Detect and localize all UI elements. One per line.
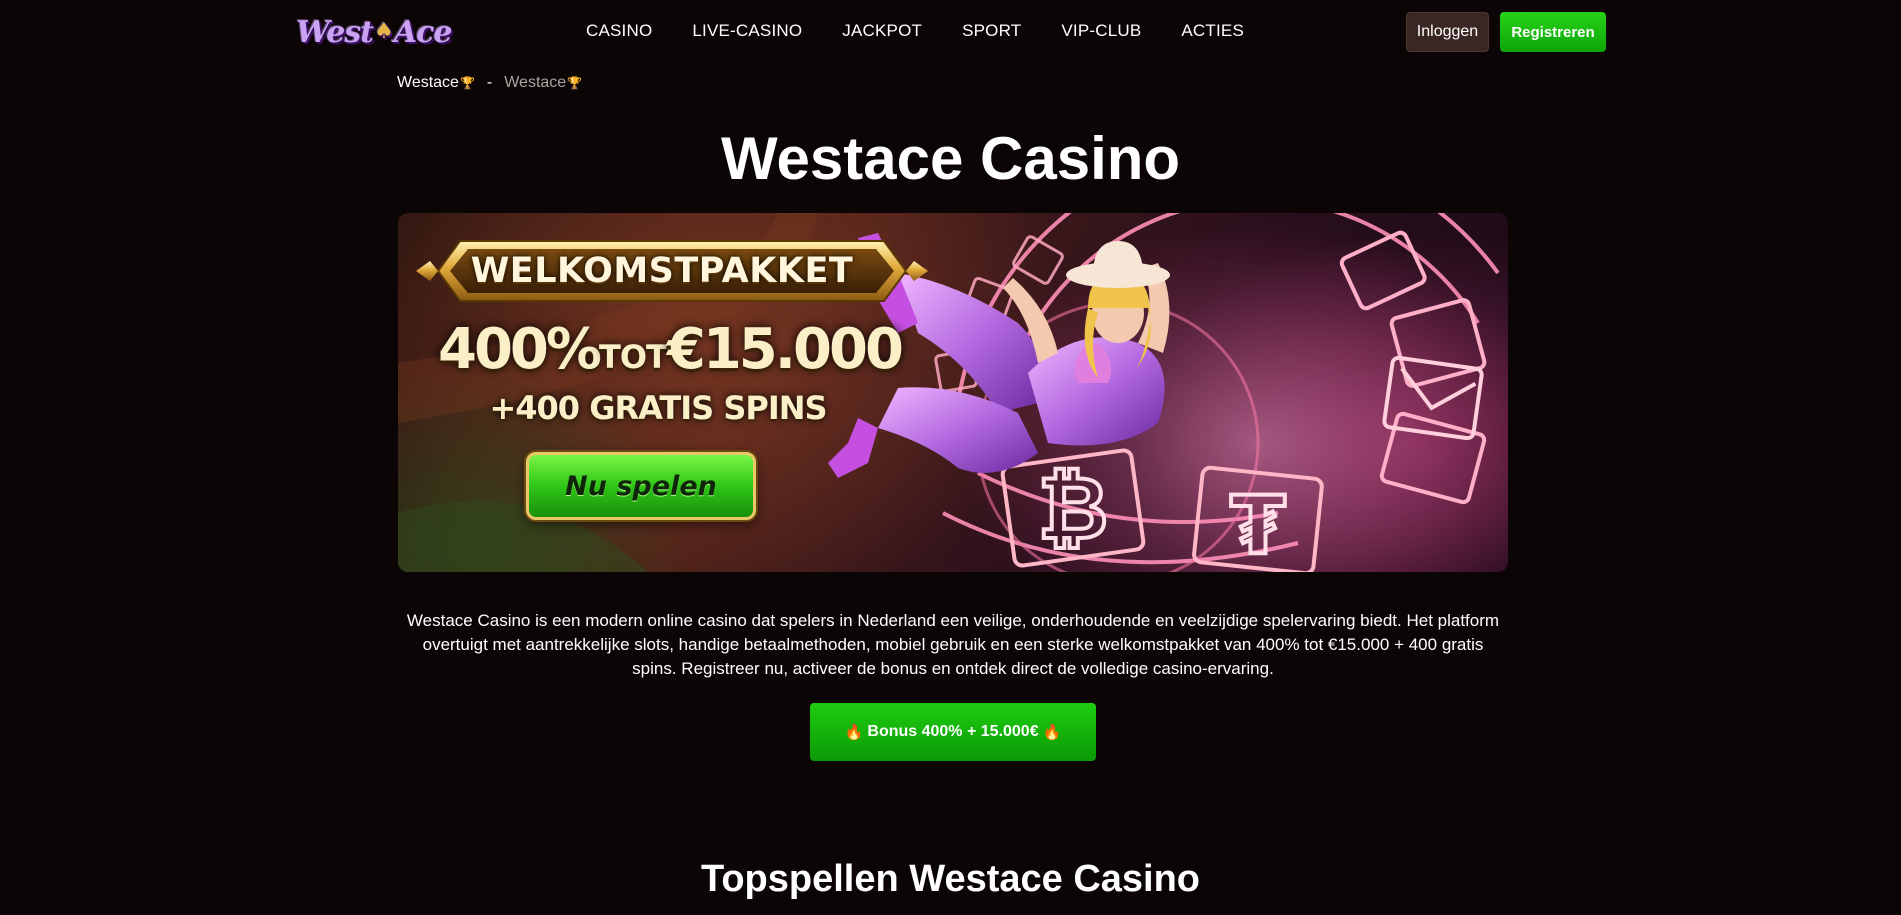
breadcrumb-current: Westace🏆	[504, 74, 583, 91]
breadcrumb-separator: -	[486, 74, 493, 91]
page-title: Westace Casino	[720, 125, 1181, 192]
banner-spins-text: +400 GRATIS SPINS	[489, 389, 827, 427]
banner-amount-text: 400%TOT€15.000	[438, 317, 904, 382]
nav-live-casino[interactable]: LIVE-CASINO	[692, 21, 802, 41]
nav-vip-club[interactable]: VIP-CLUB	[1061, 21, 1141, 41]
trophy-icon: 🏆	[459, 76, 475, 90]
bonus-button-label: Bonus 400% + 15.000€	[867, 723, 1039, 740]
fire-icon: 🔥	[844, 724, 864, 741]
register-button[interactable]: Registreren	[1500, 12, 1606, 52]
login-button[interactable]: Inloggen	[1406, 12, 1489, 52]
intro-paragraph: Westace Casino is een modern online casi…	[406, 611, 1500, 678]
main-nav: CASINO LIVE-CASINO JACKPOT SPORT VIP-CLU…	[586, 0, 1284, 62]
spade-icon: ♠	[374, 17, 394, 44]
fire-icon: 🔥	[1042, 724, 1062, 741]
top-games-heading: Topspellen Westace Casino	[700, 858, 1201, 900]
breadcrumb-home[interactable]: Westace🏆	[397, 74, 475, 92]
banner-play-button[interactable]: Nu spelen	[526, 452, 756, 520]
bonus-button[interactable]: 🔥 Bonus 400% + 15.000€ 🔥	[810, 703, 1096, 761]
westace-logo[interactable]: West♠Ace	[296, 8, 452, 56]
breadcrumb: Westace🏆 - Westace🏆	[397, 74, 582, 92]
trophy-icon: 🏆	[567, 76, 583, 90]
banner-welcome-text: WELKOMSTPAKKET	[470, 251, 854, 291]
nav-jackpot[interactable]: JACKPOT	[842, 21, 922, 41]
nav-sport[interactable]: SPORT	[962, 21, 1021, 41]
svg-text:₮: ₮	[1230, 479, 1286, 572]
site-header: West♠Ace CASINO LIVE-CASINO JACKPOT SPOR…	[0, 0, 1901, 62]
nav-acties[interactable]: ACTIES	[1181, 21, 1244, 41]
logo-wordmark: West♠Ace	[296, 14, 452, 50]
nav-casino[interactable]: CASINO	[586, 21, 652, 41]
svg-text:₿: ₿	[1038, 459, 1108, 559]
welcome-bonus-banner[interactable]: ₿ ₮ WELKOMSTPAKKET 400%TOT€15.000 +400 G…	[398, 213, 1508, 572]
